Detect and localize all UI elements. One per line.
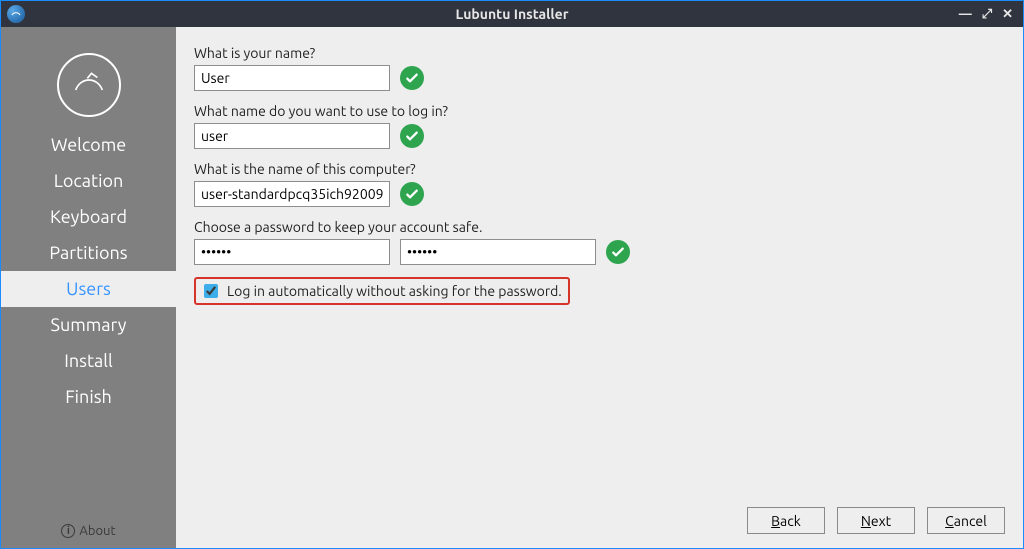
lubuntu-logo-icon xyxy=(57,53,121,117)
about-link[interactable]: i About xyxy=(1,524,176,538)
step-list: Welcome Location Keyboard Partitions Use… xyxy=(1,127,176,415)
login-input[interactable] xyxy=(194,123,390,149)
back-label-rest: ack xyxy=(780,513,801,529)
computer-name-input[interactable] xyxy=(194,181,390,207)
next-button[interactable]: Next xyxy=(837,507,915,534)
password-label: Choose a password to keep your account s… xyxy=(194,219,1005,235)
computer-label: What is the name of this computer? xyxy=(194,161,1005,177)
back-button[interactable]: Back xyxy=(747,507,825,534)
sidebar-step-install[interactable]: Install xyxy=(1,343,176,379)
window-title: Lubuntu Installer xyxy=(1,6,1023,22)
autologin-highlight: Log in automatically without asking for … xyxy=(194,277,570,305)
sidebar-step-finish[interactable]: Finish xyxy=(1,379,176,415)
next-label-rest: ext xyxy=(871,513,891,529)
autologin-label: Log in automatically without asking for … xyxy=(227,283,562,299)
autologin-checkbox[interactable] xyxy=(204,284,218,298)
minimize-icon[interactable]: — xyxy=(959,7,972,22)
password-confirm-input[interactable] xyxy=(400,239,596,265)
checkmark-icon xyxy=(400,66,424,90)
installer-window: Lubuntu Installer — ⤢ ✕ Welcome Location… xyxy=(0,0,1024,549)
sidebar-step-location[interactable]: Location xyxy=(1,163,176,199)
sidebar: Welcome Location Keyboard Partitions Use… xyxy=(1,27,176,548)
checkmark-icon xyxy=(400,124,424,148)
cancel-label-rest: ancel xyxy=(954,513,987,529)
lubuntu-app-icon xyxy=(7,5,25,23)
about-label: About xyxy=(79,524,115,538)
titlebar: Lubuntu Installer — ⤢ ✕ xyxy=(1,1,1023,27)
sidebar-step-keyboard[interactable]: Keyboard xyxy=(1,199,176,235)
maximize-icon[interactable]: ⤢ xyxy=(982,7,992,22)
sidebar-step-welcome[interactable]: Welcome xyxy=(1,127,176,163)
sidebar-step-users[interactable]: Users xyxy=(1,271,176,307)
login-label: What name do you want to use to log in? xyxy=(194,103,1005,119)
password-input[interactable] xyxy=(194,239,390,265)
checkmark-icon xyxy=(606,240,630,264)
name-input[interactable] xyxy=(194,65,390,91)
main-panel: What is your name? What name do you want… xyxy=(176,27,1023,548)
sidebar-step-summary[interactable]: Summary xyxy=(1,307,176,343)
cancel-button[interactable]: Cancel xyxy=(927,507,1005,534)
checkmark-icon xyxy=(400,182,424,206)
info-icon: i xyxy=(61,524,75,538)
close-icon[interactable]: ✕ xyxy=(1002,7,1013,22)
footer-buttons: Back Next Cancel xyxy=(747,507,1005,534)
sidebar-step-partitions[interactable]: Partitions xyxy=(1,235,176,271)
name-label: What is your name? xyxy=(194,45,1005,61)
